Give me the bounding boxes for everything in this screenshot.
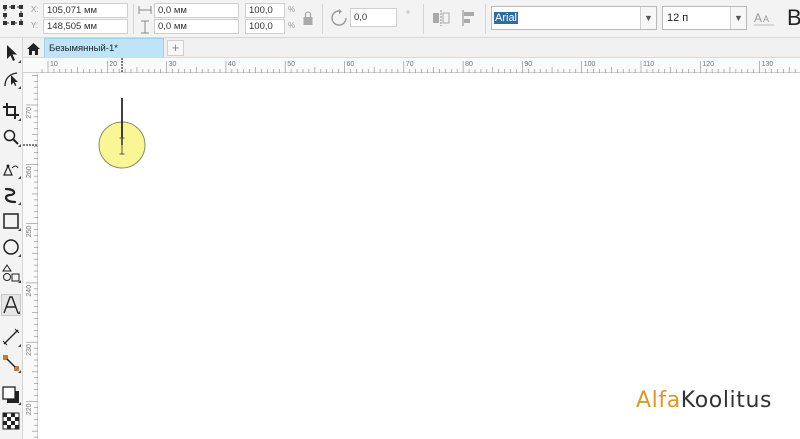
font-scale-icon[interactable]: AA [754, 9, 774, 30]
freehand-tool-icon[interactable] [1, 158, 21, 180]
ruler-tick-label: 270 [26, 107, 33, 119]
ruler-tick-label: 40 [228, 61, 236, 68]
pick-tool-icon[interactable] [1, 42, 21, 64]
ruler-tick-label: 70 [406, 61, 414, 68]
percent-x-label: % [288, 5, 296, 14]
zoom-tool-icon[interactable] [1, 126, 21, 148]
width-field[interactable]: 0,0 мм [154, 3, 239, 18]
separator [322, 4, 323, 34]
ruler-tick-label: 20 [109, 61, 117, 68]
transparency-tool-icon[interactable] [1, 410, 21, 432]
ruler-tick-label: 100 [584, 61, 596, 68]
watermark-part-koolitus: Koolitus [680, 388, 773, 413]
property-bar: X: 105,071 мм Y: 148,505 мм 0,0 мм 0,0 м… [0, 0, 800, 38]
y-label: Y: [31, 21, 39, 30]
align-distribute-icon[interactable] [460, 10, 478, 29]
document-tab[interactable]: Безымянный-1* [44, 38, 164, 58]
watermark-part-alfa: Alfa [636, 388, 681, 413]
ruler-tick-label: 90 [524, 61, 532, 68]
mirror-horizontal-icon[interactable] [432, 10, 450, 29]
ruler-tick-label: 10 [50, 61, 58, 68]
home-icon[interactable] [24, 39, 43, 58]
document-tab-bar: Безымянный-1* + [23, 38, 800, 58]
ruler-tick-label: 110 [643, 61, 654, 68]
rotation-field[interactable]: 0,0 [350, 8, 397, 27]
ruler-tick-label: 60 [347, 61, 355, 68]
ruler-tick-label: 260 [26, 166, 33, 178]
text-tool-icon[interactable] [1, 294, 21, 316]
font-size-dropdown[interactable]: 12 п ▼ [662, 6, 747, 30]
drawing-canvas[interactable] [38, 73, 800, 439]
crop-tool-icon[interactable] [1, 100, 21, 122]
font-list-dropdown[interactable]: Arial ▼ [491, 6, 657, 30]
vertical-ruler-scale: 270 260 250 240 230 220 [23, 75, 38, 438]
lock-ratio-icon[interactable] [302, 10, 314, 29]
rectangle-tool-icon[interactable] [1, 210, 21, 232]
chevron-down-icon[interactable]: ▼ [640, 7, 656, 29]
svg-text:A: A [754, 11, 762, 25]
toolbox [0, 38, 23, 439]
scale-x-field[interactable]: 100,0 [245, 3, 285, 18]
ruler-tick-label: 250 [26, 226, 33, 238]
chevron-down-icon[interactable]: ▼ [730, 7, 746, 29]
alfakoolitus-watermark: AlfaKoolitus [636, 388, 772, 413]
degree-label: ° [406, 10, 410, 21]
artistic-media-tool-icon[interactable] [1, 184, 21, 206]
shape-tool-icon[interactable] [1, 68, 21, 90]
percent-y-label: % [288, 21, 296, 30]
svg-text:A: A [763, 14, 769, 24]
ruler-tick-label: 50 [287, 61, 295, 68]
horizontal-ruler[interactable]: 10 20 30 40 50 60 70 80 90 100 110 120 130 [23, 58, 800, 73]
font-name-value: Arial [494, 12, 519, 24]
y-position-field[interactable]: 148,505 мм [43, 19, 128, 34]
rotation-icon [330, 9, 348, 30]
vertical-ruler[interactable]: 270 260 250 240 230 220 [23, 73, 38, 439]
connector-tool-icon[interactable] [1, 352, 21, 374]
x-label: X: [31, 5, 39, 14]
horizontal-ruler-scale: 10 20 30 40 50 60 70 80 90 100 110 120 130 [41, 58, 796, 73]
separator [133, 4, 134, 34]
ellipse-tool-icon[interactable] [1, 236, 21, 258]
scale-y-field[interactable]: 100,0 [245, 19, 285, 34]
bold-button[interactable]: B [787, 5, 800, 31]
ruler-tick-label: 80 [465, 61, 473, 68]
ruler-tick-label: 30 [169, 61, 177, 68]
object-origin-icon[interactable] [2, 4, 24, 26]
ruler-tick-label: 230 [26, 344, 33, 356]
ruler-tick-label: 240 [26, 285, 33, 297]
height-icon [140, 20, 150, 37]
ruler-tick-label: 220 [26, 403, 33, 415]
ruler-tick-label: 120 [702, 61, 714, 68]
height-field[interactable]: 0,0 мм [154, 19, 239, 34]
separator [485, 4, 486, 34]
width-icon [138, 5, 152, 18]
separator [423, 4, 424, 34]
drop-shadow-tool-icon[interactable] [1, 384, 21, 406]
parallel-dimension-tool-icon[interactable] [1, 326, 21, 348]
font-size-value: 12 п [667, 12, 689, 24]
polygon-tool-icon[interactable] [1, 262, 21, 284]
add-document-button[interactable]: + [167, 40, 184, 56]
x-position-field[interactable]: 105,071 мм [43, 3, 128, 18]
ruler-tick-label: 130 [762, 61, 774, 68]
